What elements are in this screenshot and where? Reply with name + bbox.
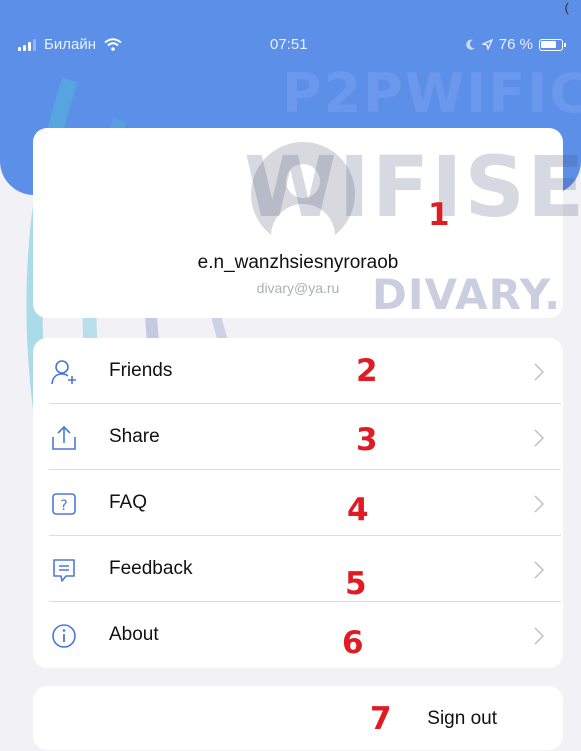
battery-icon	[539, 38, 566, 51]
wifi-icon	[104, 38, 122, 51]
menu-item-label: About	[109, 624, 159, 645]
chevron-right-icon	[534, 627, 544, 645]
annotation-number: 5	[345, 566, 367, 602]
annotation-number: 3	[356, 422, 378, 458]
menu-item-about[interactable]: About	[33, 602, 563, 668]
avatar[interactable]	[251, 142, 355, 246]
signal-icon	[18, 38, 36, 51]
menu-item-label: FAQ	[109, 492, 148, 513]
menu-item-label: Friends	[109, 360, 173, 381]
annotation-number: 7	[370, 701, 392, 737]
feedback-icon	[53, 559, 75, 582]
menu-item-friends[interactable]: Friends	[33, 338, 563, 404]
annotation-number: 1	[428, 197, 450, 233]
moon-icon	[466, 39, 475, 50]
sign-out-button[interactable]: Sign out	[33, 686, 563, 750]
svg-text:?: ?	[60, 498, 67, 514]
chevron-right-icon	[534, 495, 544, 513]
faq-icon: ?	[52, 493, 76, 515]
menu-card: Friends Share ? FAQ Feedback About	[33, 338, 563, 668]
profile-card[interactable]: e.n_wanzhsiesnyroraob divary@ya.ru	[33, 128, 563, 318]
menu-item-label: Feedback	[109, 558, 193, 579]
annotation-number: 6	[342, 625, 364, 661]
menu-item-share[interactable]: Share	[33, 404, 563, 470]
chevron-right-icon	[534, 429, 544, 447]
username: e.n_wanzhsiesnyroraob	[197, 252, 399, 273]
menu-item-feedback[interactable]: Feedback	[33, 536, 563, 602]
sign-out-label: Sign out	[427, 708, 497, 729]
menu-item-label: Share	[109, 426, 160, 447]
annotation-number: 2	[356, 353, 378, 389]
add-friend-icon	[51, 360, 76, 385]
email: divary@ya.ru	[256, 280, 340, 296]
location-arrow-icon	[481, 39, 493, 50]
status-bar: Билайн 07:51 76 %	[0, 0, 581, 53]
chevron-right-icon	[534, 363, 544, 381]
menu-item-faq[interactable]: ? FAQ	[33, 470, 563, 536]
chevron-right-icon	[534, 561, 544, 579]
info-icon	[52, 624, 76, 648]
status-time: 07:51	[270, 36, 308, 53]
annotation-number: 4	[347, 492, 369, 528]
share-icon	[52, 425, 76, 450]
battery-percent: 76 %	[498, 36, 533, 53]
carrier-label: Билайн	[44, 36, 96, 53]
